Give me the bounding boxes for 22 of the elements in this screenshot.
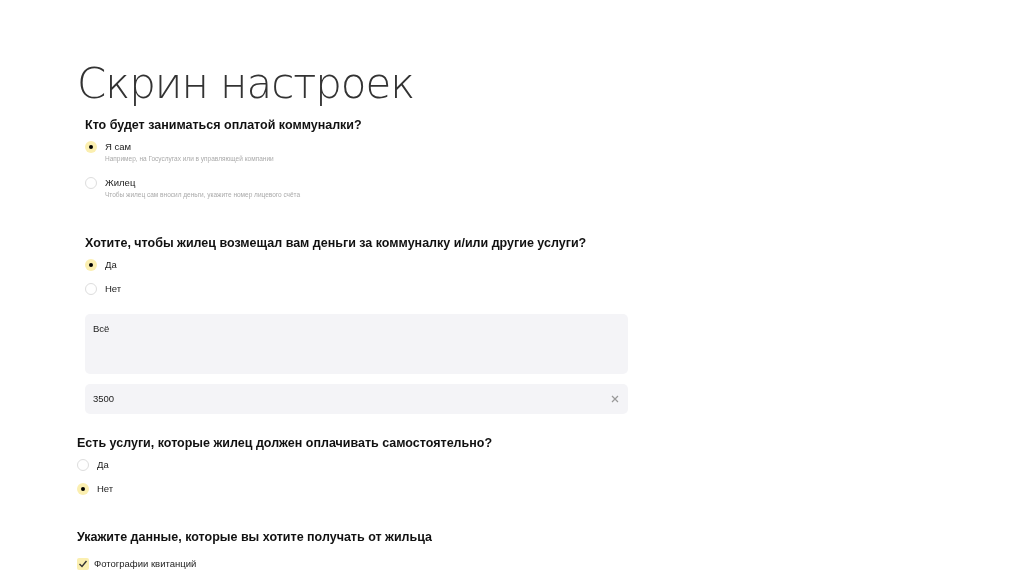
option-label: Да [97,458,109,472]
checkbox[interactable] [77,558,89,570]
radio-button[interactable] [85,283,97,295]
input-field[interactable]: 3500 [85,384,628,414]
radio-button[interactable] [85,141,97,153]
question-text: Кто будет заниматься оплатой коммуналки? [85,117,363,134]
question-text: Есть услуги, которые жилец должен оплачивать самостоятельно? [77,435,494,452]
radio-button[interactable] [77,483,89,495]
question-text: Хотите, чтобы жилец возмещал вам деньги за коммуналку и/или другие услуги? [85,235,588,252]
option-label: Жилец [105,176,137,190]
checkbox-label: Фотографии квитанций [94,556,197,571]
text-area[interactable]: Всё [85,314,628,374]
radio-button[interactable] [85,259,97,271]
slide-title: Скрин настроек [76,58,416,110]
radio-button[interactable] [85,177,97,189]
radio-button[interactable] [77,459,89,471]
option-label: Да [105,258,117,272]
question-text: Укажите данные, которые вы хотите получать от жильца [77,529,434,546]
clear-icon[interactable] [610,394,620,404]
option-label: Нет [105,282,122,296]
option-label: Я сам [105,140,133,154]
option-label: Нет [97,482,114,496]
